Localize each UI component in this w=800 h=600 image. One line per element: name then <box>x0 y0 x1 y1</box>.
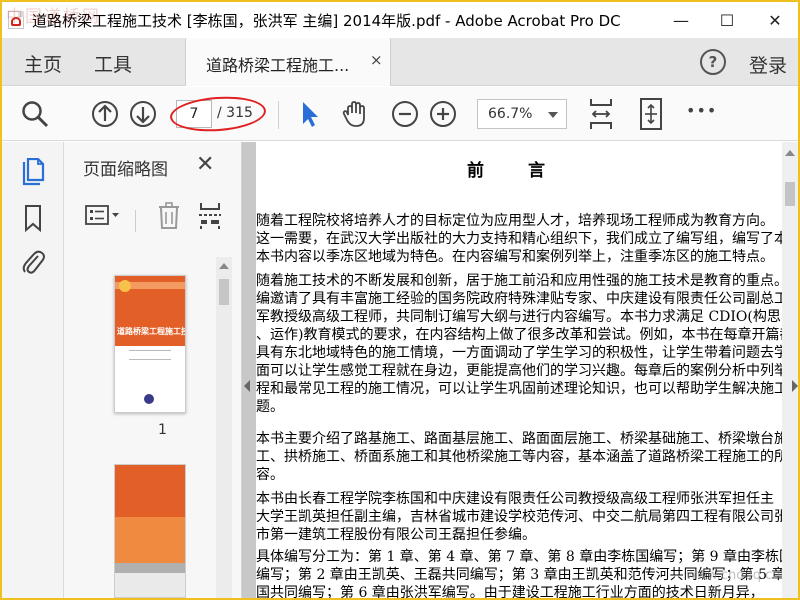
document-text-line: 随着工程院校将培养人才的目标定位为应用型人才，培养现场工程师成为教育方向。 <box>256 213 774 229</box>
zoom-level-dropdown[interactable]: 66.7% <box>477 99 567 129</box>
hand-tool-icon[interactable] <box>340 99 370 129</box>
title-bar: 道路桥梁工程施工技术 [李栋国，张洪军 主编] 2014年版.pdf - Ado… <box>2 2 798 38</box>
help-button[interactable]: ? <box>700 49 726 75</box>
attachment-icon[interactable] <box>20 248 46 276</box>
document-text-line: 军教授级高级工程师，共同制订编写大纲与进行内容编写。本书力求满足 CDIO(构思… <box>256 309 782 325</box>
minimize-button[interactable]: — <box>658 2 704 38</box>
tab-tools[interactable]: 工具 <box>94 50 132 77</box>
zoom-out-icon[interactable] <box>390 99 420 129</box>
document-view[interactable]: 前言 随着工程院校将培养人才的目标定位为应用型人才，培养现场工程师成为教育方向。… <box>242 142 798 598</box>
toolbar-separator <box>278 101 279 129</box>
thumbnails-scrollbar[interactable] <box>216 257 232 598</box>
cover-back-block <box>115 465 185 517</box>
thumbnail-options-icon[interactable] <box>84 204 122 226</box>
maximize-button[interactable]: ☐ <box>704 2 750 38</box>
document-text-line: 国共同编写；第 6 章由张洪军编写。由于建设工程施工行业方面的技术日新月异， <box>256 585 764 598</box>
trash-icon[interactable] <box>157 202 181 230</box>
tab-bar: 主页 工具 道路桥梁工程施工... × ? 登录 <box>2 38 798 86</box>
acrobat-app-icon <box>8 11 24 29</box>
close-window-button[interactable]: ✕ <box>752 2 798 38</box>
tab-document[interactable]: 道路桥梁工程施工... × <box>185 38 391 86</box>
thumbnails-panel: 页面缩略图 ✕ 道路桥梁工程施工 1 <box>64 142 242 598</box>
page-watermark: www.cnddq.com <box>686 568 782 583</box>
fit-width-icon[interactable] <box>586 97 616 131</box>
document-text-line: 具有东北地域特色的施工情境，一方面调动了学生学习的积极性，让学生带着问题去学习 <box>256 345 782 361</box>
login-button[interactable]: 登录 <box>749 51 787 78</box>
zoom-level-value: 66.7% <box>488 106 533 122</box>
cover-title: 道路桥梁工程施工技术 <box>117 327 185 336</box>
publisher-logo <box>144 394 154 404</box>
next-page-icon[interactable] <box>128 99 158 129</box>
scroll-up-arrow[interactable] <box>219 263 229 269</box>
page-thumbnail-2[interactable] <box>114 464 186 598</box>
document-text-line: 工、拱桥施工、桥面系施工和其他桥梁施工等内容，基本涵盖了道路桥梁工程施工的所 <box>256 449 782 465</box>
document-text-line: 程和最常见工程的施工情况，可以让学生巩固前述理论知识，也可以帮助学生解决施工 <box>256 381 782 397</box>
page-heading: 前言 <box>467 161 589 181</box>
bookmark-icon[interactable] <box>20 204 46 232</box>
cover-back-block <box>115 517 185 563</box>
close-thumbnails-button[interactable]: ✕ <box>196 152 214 177</box>
document-scrollbar[interactable] <box>782 142 798 598</box>
document-text-line: 编邀请了具有丰富施工经验的国务院政府特殊津贴专家、中庆建设有限责任公司副总工 <box>256 291 782 307</box>
document-text-line: 随着施工技术的不断发展和创新，居于施工前沿和应用性强的施工技术是教育的重点。 <box>256 273 782 289</box>
cover-back-block <box>115 573 185 597</box>
scroll-up-arrow[interactable] <box>785 150 795 156</box>
document-text-line: 本书由长春工程学院李栋国和中庆建设有限责任公司教授级高级工程师张洪军担任主 <box>256 491 774 507</box>
zoom-in-icon[interactable] <box>428 99 458 129</box>
document-text-line: 面可以让学生感觉工程就在身边，更能提高他们的学习兴趣。每章后的案例分析中列举 <box>256 363 782 379</box>
document-text-line: 本书主要介绍了路基施工、路面基层施工、路面面层施工、桥梁基础施工、桥梁墩台施工 <box>256 431 782 447</box>
search-icon[interactable] <box>20 99 50 129</box>
document-text-line: 容。 <box>256 467 284 483</box>
cover-badge <box>119 280 131 292</box>
main-toolbar: 7 / 315 66.7% ••• <box>2 87 798 141</box>
document-text-line: 本书内容以季冻区地域为特色。在内容编写和案例列举上，注重季冻区的施工特点。 <box>256 249 774 265</box>
tab-home[interactable]: 主页 <box>24 50 62 77</box>
left-navigation-rail <box>2 142 64 598</box>
collapse-left-pane-arrow[interactable] <box>244 380 250 392</box>
document-tab-label: 道路桥梁工程施工... <box>206 56 350 75</box>
document-tab-close-button[interactable]: × <box>370 51 383 69</box>
previous-page-icon[interactable] <box>90 99 120 129</box>
document-text-line: 大学王凯英担任副主编，吉林省城市建设学校范传河、中交二航局第四工程有限公司张国 <box>256 509 782 525</box>
window-title: 道路桥梁工程施工技术 [李栋国，张洪军 主编] 2014年版.pdf - Ado… <box>32 12 621 30</box>
acrobat-window: 道路桥梁工程施工技术 [李栋国，张洪军 主编] 2014年版.pdf - Ado… <box>2 2 798 598</box>
fit-page-icon[interactable] <box>636 97 666 131</box>
document-page: 前言 随着工程院校将培养人才的目标定位为应用型人才，培养现场工程师成为教育方向。… <box>256 142 782 598</box>
scrollbar-thumb[interactable] <box>219 279 229 305</box>
extract-pages-icon[interactable] <box>197 202 223 230</box>
thumbnail-toolbar-separator <box>135 210 136 232</box>
scrollbar-thumb[interactable] <box>785 182 795 206</box>
page-thumbnail-1[interactable]: 道路桥梁工程施工技术 <box>114 275 186 413</box>
cover-authors <box>129 350 171 360</box>
more-tools-button[interactable]: ••• <box>686 101 716 131</box>
document-text-line: 具体编写分工为：第 1 章、第 4 章、第 7 章、第 8 章由李栋国编写；第 … <box>256 549 782 565</box>
expand-right-pane-arrow[interactable] <box>792 380 798 392</box>
page-thumbnails-icon[interactable] <box>20 158 46 186</box>
chevron-down-icon <box>548 112 558 118</box>
document-text-line: 、运作)教育模式的要求，在内容结构上做了很多改革和尝试。例如，本书在每章开篇都建 <box>256 327 782 343</box>
cover-back-block <box>115 563 185 573</box>
document-text-line: 这一需要，在武汉大学出版社的大力支持和精心组织下，我们成立了编写组，编写了本书。 <box>256 231 782 247</box>
thumbnails-panel-title: 页面缩略图 <box>83 160 168 180</box>
select-pointer-icon[interactable] <box>294 99 324 129</box>
page-thumbnail-1-label: 1 <box>158 422 167 438</box>
document-text-line: 题。 <box>256 399 284 415</box>
document-text-line: 市第一建筑工程股份有限公司王磊担任参编。 <box>256 527 536 543</box>
